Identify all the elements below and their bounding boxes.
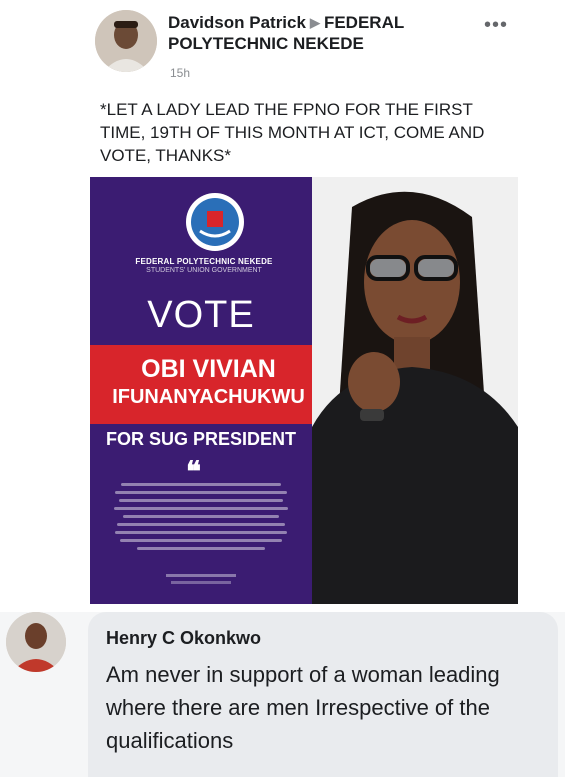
poster-candidate-name: OBI VIVIAN IFUNANYACHUKWU bbox=[90, 345, 327, 424]
poster-role: FOR SUG PRESIDENT bbox=[105, 429, 297, 449]
poster-vote-heading: VOTE bbox=[147, 294, 255, 336]
poster-org-sub: STUDENTS' UNION GOVERNMENT bbox=[146, 267, 262, 274]
post-header: Davidson Patrick ▶ FEDERAL POLYTECHNIC NEK… bbox=[168, 12, 498, 54]
author-name[interactable]: Davidson Patrick bbox=[168, 13, 306, 32]
candidate-last-name: IFUNANYACHUKWU bbox=[112, 386, 305, 408]
campaign-poster-image[interactable]: FEDERAL POLYTECHNIC NEKEDE STUDENTS' UNI… bbox=[90, 177, 518, 604]
comment-bubble: Henry C Okonkwo Am never in support of a… bbox=[88, 612, 558, 777]
poster-purple-panel: FEDERAL POLYTECHNIC NEKEDE STUDENTS' UNI… bbox=[90, 177, 327, 604]
post-text: *LET A LADY LEAD THE FPNO FOR THE FIRST … bbox=[100, 100, 485, 165]
commenter-avatar[interactable] bbox=[6, 612, 66, 672]
facebook-post: Davidson Patrick ▶ FEDERAL POLYTECHNIC NEK… bbox=[0, 0, 565, 612]
poster-org-name: FEDERAL POLYTECHNIC NEKEDE bbox=[135, 257, 273, 266]
triangle-right-icon: ▶ bbox=[309, 15, 320, 30]
more-options-icon[interactable]: ••• bbox=[484, 14, 508, 37]
poster-quote-text bbox=[110, 483, 292, 555]
polytechnic-logo bbox=[186, 193, 244, 251]
author-avatar[interactable] bbox=[95, 10, 157, 72]
candidate-photo bbox=[312, 177, 518, 604]
post-timestamp[interactable]: 15h bbox=[170, 66, 190, 80]
poster-signature bbox=[90, 574, 312, 584]
candidate-first-name: OBI VIVIAN bbox=[141, 355, 276, 383]
commenter-name[interactable]: Henry C Okonkwo bbox=[106, 628, 261, 649]
comment-text: Am never in support of a woman leading w… bbox=[106, 662, 500, 753]
poster-org: FEDERAL POLYTECHNIC NEKEDE STUDENTS' UNI… bbox=[104, 257, 304, 275]
